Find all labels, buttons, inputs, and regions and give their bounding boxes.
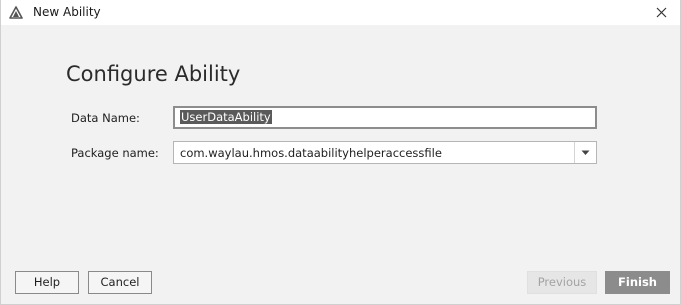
package-name-combobox[interactable]: com.waylau.hmos.dataabilityhelperaccessf… <box>173 141 597 164</box>
package-name-value: com.waylau.hmos.dataabilityhelperaccessf… <box>180 145 442 160</box>
previous-button[interactable]: Previous <box>527 271 597 294</box>
data-name-label: Data Name: <box>71 111 140 125</box>
finish-button[interactable]: Finish <box>605 271 670 294</box>
huawei-devstudio-logo-icon <box>9 6 23 19</box>
package-dropdown-button[interactable] <box>574 142 596 163</box>
package-name-label: Package name: <box>71 146 159 160</box>
close-button[interactable] <box>652 3 670 21</box>
cancel-button[interactable]: Cancel <box>88 271 152 294</box>
chevron-down-icon <box>581 150 590 155</box>
close-icon <box>656 7 666 17</box>
new-ability-dialog: New Ability Configure Ability Data Name:… <box>0 0 681 305</box>
page-title: Configure Ability <box>66 62 241 86</box>
data-name-input[interactable]: UserDataAbility <box>173 106 597 129</box>
window-title: New Ability <box>33 5 101 19</box>
data-name-value: UserDataAbility <box>180 110 272 124</box>
help-button[interactable]: Help <box>15 271 79 294</box>
title-bar: New Ability <box>1 0 680 25</box>
